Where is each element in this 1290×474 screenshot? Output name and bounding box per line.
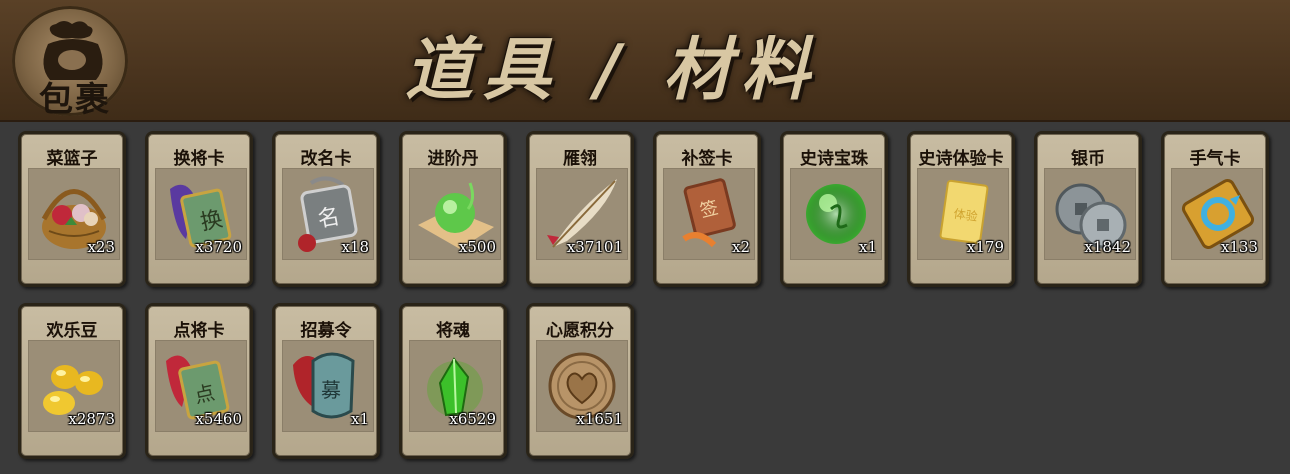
item-card[interactable]: 进阶丹 x500 — [399, 131, 507, 287]
item-count: x1 — [858, 238, 877, 256]
item-card[interactable]: 银币 x1842 — [1034, 131, 1142, 287]
item-name: 史诗宝珠 — [800, 149, 868, 169]
item-count: x500 — [458, 238, 496, 256]
item-card[interactable]: 改名卡名 x18 — [272, 131, 380, 287]
item-count: x23 — [87, 238, 115, 256]
item-name: 换将卡 — [173, 149, 225, 169]
item-name: 点将卡 — [173, 321, 225, 341]
item-card[interactable]: 招募令募 x1 — [272, 303, 380, 459]
item-card[interactable]: 菜篮子 x23 — [18, 131, 126, 287]
svg-text:名: 名 — [316, 204, 342, 232]
item-grid: 菜篮子 x23 换将卡换 x3720 改名卡名 x18 进阶丹 x500 雁翎 x37101 补签卡… — [0, 0, 1290, 474]
item-card[interactable]: 手气卡 x133 — [1161, 131, 1269, 287]
item-name: 银币 — [1071, 149, 1105, 169]
item-count: x2873 — [68, 410, 115, 428]
item-card[interactable]: 雁翎 x37101 — [526, 131, 634, 287]
item-count: x1842 — [1084, 238, 1131, 256]
item-card[interactable]: 史诗宝珠 x1 — [780, 131, 888, 287]
item-name: 招募令 — [300, 321, 352, 341]
item-count: x1 — [350, 410, 369, 428]
item-name: 雁翎 — [563, 149, 597, 169]
item-card[interactable]: 点将卡点 x5460 — [145, 303, 253, 459]
item-name: 将魂 — [436, 321, 470, 341]
item-count: x5460 — [195, 410, 242, 428]
item-count: x37101 — [566, 238, 623, 256]
item-name: 进阶丹 — [427, 149, 479, 169]
item-count: x2 — [731, 238, 750, 256]
item-card[interactable]: 补签卡签 x2 — [653, 131, 761, 287]
item-card[interactable]: 将魂 x6529 — [399, 303, 507, 459]
item-count: x6529 — [449, 410, 496, 428]
item-card[interactable]: 欢乐豆 x2873 — [18, 303, 126, 459]
item-name: 手气卡 — [1189, 149, 1241, 169]
item-name: 菜篮子 — [46, 149, 98, 169]
item-card[interactable]: 史诗体验卡 体验 x179 — [907, 131, 1015, 287]
item-card[interactable]: 换将卡换 x3720 — [145, 131, 253, 287]
item-count: x1651 — [576, 410, 623, 428]
item-name: 改名卡 — [300, 149, 352, 169]
svg-text:募: 募 — [321, 378, 341, 402]
item-count: x179 — [966, 238, 1004, 256]
item-card[interactable]: 心愿积分 x1651 — [526, 303, 634, 459]
item-count: x18 — [341, 238, 369, 256]
item-name: 心愿积分 — [546, 321, 614, 341]
item-name: 欢乐豆 — [46, 321, 98, 341]
item-name: 史诗体验卡 — [918, 149, 1004, 169]
item-count: x3720 — [195, 238, 242, 256]
item-name: 补签卡 — [681, 149, 733, 169]
item-count: x133 — [1220, 238, 1258, 256]
